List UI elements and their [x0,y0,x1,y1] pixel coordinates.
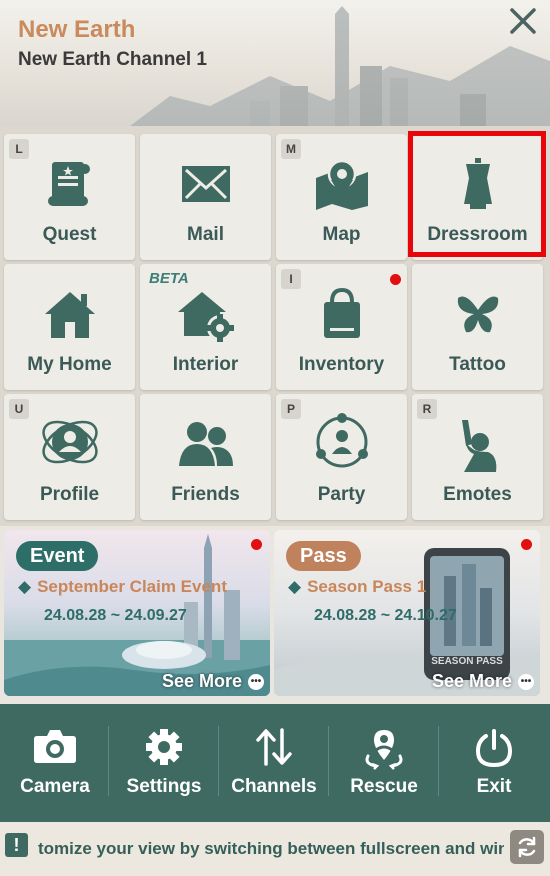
alert-icon: ! [5,833,28,857]
bottom-label: Rescue [350,776,418,797]
map-pin-icon [315,159,368,210]
menu-label: Map [322,224,361,245]
shopping-bag-icon [323,288,360,338]
exit-button[interactable]: Exit [439,704,549,822]
tip-text: tomize your view by switching between fu… [38,839,504,858]
close-button[interactable] [504,2,542,40]
menu-label: Interior [172,354,239,375]
friends-icon [178,422,233,466]
hotkey-badge: R [417,399,437,419]
see-more-label: See More [431,671,512,691]
menu-tile-mail[interactable]: Mail [140,134,271,260]
event-banner[interactable]: Event ◆ September Claim Event 24.08.28 ~ … [4,530,270,696]
channels-button[interactable]: Channels [219,704,329,822]
pass-tag: Pass [286,541,361,571]
menu-tile-emotes[interactable]: R Emotes [412,394,543,520]
refresh-icon [518,836,536,858]
pass-title-text: Season Pass 1 [307,577,427,596]
waving-person-icon [461,420,496,472]
beta-badge: BETA [149,270,189,287]
pass-see-more[interactable]: See More ••• [432,671,534,692]
menu-tile-map[interactable]: M Map [276,134,407,260]
mail-envelope-icon [181,166,230,202]
menu-label: Quest [42,224,97,245]
swap-arrows-icon [256,728,292,766]
menu-tile-friends[interactable]: Friends [140,394,271,520]
pass-banner[interactable]: SEASON PASS Pass ◆ Season Pass 1 24.08.28… [274,530,540,696]
pass-title: ◆ Season Pass 1 [288,577,426,597]
bottom-label: Channels [231,776,317,797]
menu-label: Profile [39,484,100,505]
menu-label: Inventory [298,354,385,375]
menu-tile-dressroom[interactable]: Dressroom [412,134,543,260]
menu-label: Emotes [443,484,512,505]
menu-label: Tattoo [449,354,506,375]
refresh-button[interactable] [510,830,544,864]
event-see-more[interactable]: See More ••• [162,671,264,692]
house-icon [44,292,95,338]
rescue-pin-icon [365,730,403,770]
diamond-bullet-icon: ◆ [288,577,302,596]
dress-mannequin-icon [463,158,492,209]
menu-tile-quest[interactable]: L Quest [4,134,135,260]
season-pass-card-text: SEASON PASS [431,656,503,667]
diamond-bullet-icon: ◆ [18,577,32,596]
house-gear-icon [177,292,234,342]
close-icon [510,8,536,34]
bottom-action-bar: Camera Settings Channels Rescue Exit [0,704,550,822]
more-dots-icon: ••• [518,673,534,690]
event-title: ◆ September Claim Event [18,577,227,597]
pass-date: 24.08.28 ~ 24.10.27 [314,607,457,624]
settings-button[interactable]: Settings [109,704,219,822]
world-title: New Earth [18,16,136,43]
menu-tile-my-home[interactable]: My Home [4,264,135,390]
event-date: 24.08.28 ~ 24.09.27 [44,607,187,624]
channel-name: New Earth Channel 1 [18,49,207,70]
menu-tile-party[interactable]: P Party [276,394,407,520]
hotkey-badge: L [9,139,29,159]
profile-orbit-icon [41,420,98,464]
menu-tile-profile[interactable]: U Profile [4,394,135,520]
butterfly-icon [457,296,498,333]
menu-tile-inventory[interactable]: I Inventory [276,264,407,390]
see-more-label: See More [161,671,242,691]
gear-icon [146,729,182,765]
notification-dot [521,539,532,550]
menu-label: Mail [187,224,224,245]
menu-label: Dressroom [427,224,528,245]
hotkey-badge: I [281,269,301,289]
rescue-button[interactable]: Rescue [329,704,439,822]
event-tag: Event [16,541,99,571]
party-icon [315,413,368,468]
power-icon [475,729,513,768]
bottom-label: Settings [126,776,202,797]
menu-grid: L Quest Mail M Map Dressroom My Home BET… [0,126,550,526]
menu-label: Party [317,484,366,505]
event-title-text: September Claim Event [37,577,227,596]
header: New Earth New Earth Channel 1 [0,0,550,126]
notification-dot [390,274,401,285]
notification-dot [251,539,262,550]
camera-icon [34,730,76,763]
hotkey-badge: M [281,139,301,159]
menu-label: Friends [171,484,240,505]
menu-label: My Home [27,354,112,375]
bottom-label: Exit [476,776,512,797]
menu-tile-interior[interactable]: BETA Interior [140,264,271,390]
more-dots-icon: ••• [248,673,264,690]
tip-ticker: ! tomize your view by switching between … [0,822,550,876]
menu-tile-tattoo[interactable]: Tattoo [412,264,543,390]
camera-button[interactable]: Camera [0,704,110,822]
bottom-label: Camera [20,776,90,797]
quest-scroll-icon [47,162,90,206]
